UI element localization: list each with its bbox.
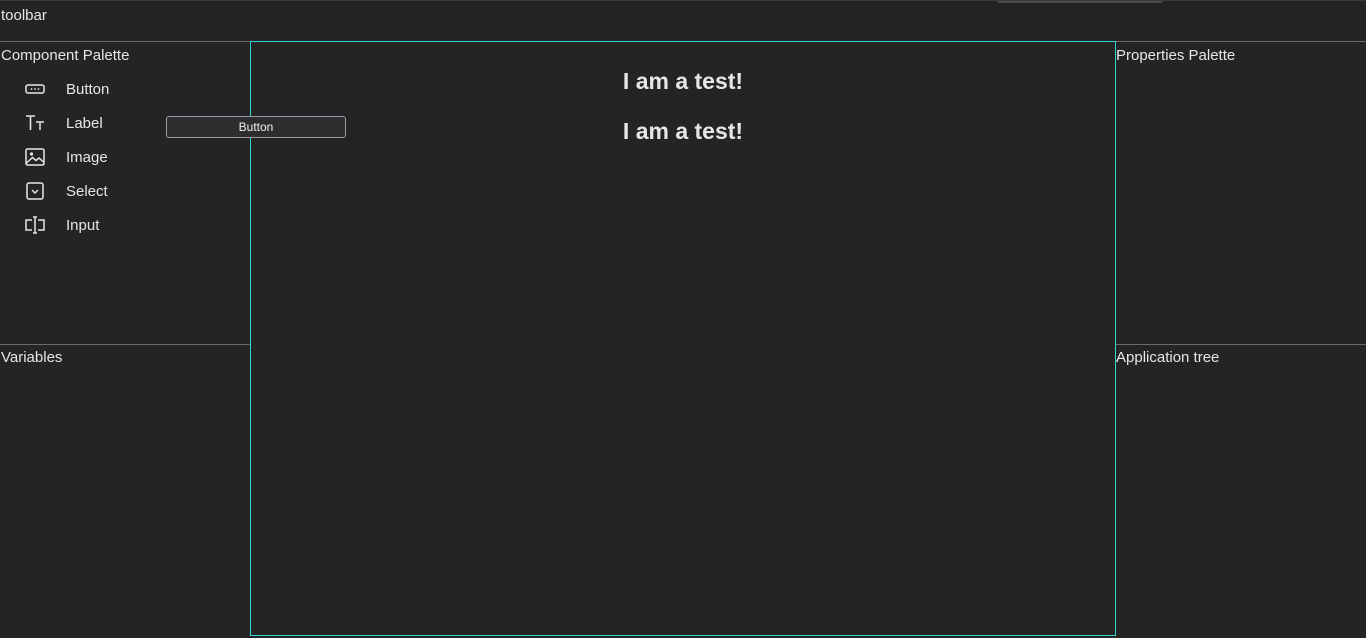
canvas-label-1[interactable]: I am a test!	[251, 68, 1115, 95]
right-column: Properties Palette Application tree	[1116, 42, 1366, 638]
select-icon	[22, 178, 48, 204]
button-icon	[22, 76, 48, 102]
palette-item-image[interactable]: Image	[22, 144, 222, 170]
toolbar-accent-line	[998, 1, 1162, 3]
text-size-icon	[22, 110, 48, 136]
right-divider	[1116, 344, 1366, 345]
text-input-icon	[22, 212, 48, 238]
image-icon	[22, 144, 48, 170]
toolbar: toolbar	[0, 0, 1366, 42]
toolbar-label: toolbar	[1, 7, 47, 24]
dragging-button-preview[interactable]: Button	[166, 116, 346, 138]
palette-item-label: Image	[66, 148, 108, 166]
palette-item-input[interactable]: Input	[22, 212, 222, 238]
variables-title: Variables	[1, 349, 63, 366]
palette-item-label: Input	[66, 216, 100, 234]
palette-item-label: Select	[66, 182, 108, 200]
palette-item-label: Button	[66, 80, 110, 98]
palette-item-label-text: Label	[66, 114, 103, 132]
palette-item-button[interactable]: Button	[22, 76, 222, 102]
properties-palette-title: Properties Palette	[1116, 47, 1236, 64]
canvas-label-2[interactable]: I am a test!	[251, 118, 1115, 145]
component-palette-title: Component Palette	[1, 47, 130, 64]
left-divider	[0, 344, 250, 345]
palette-item-select[interactable]: Select	[22, 178, 222, 204]
application-tree-title: Application tree	[1116, 349, 1220, 366]
design-canvas[interactable]: I am a test! I am a test!	[250, 41, 1116, 636]
